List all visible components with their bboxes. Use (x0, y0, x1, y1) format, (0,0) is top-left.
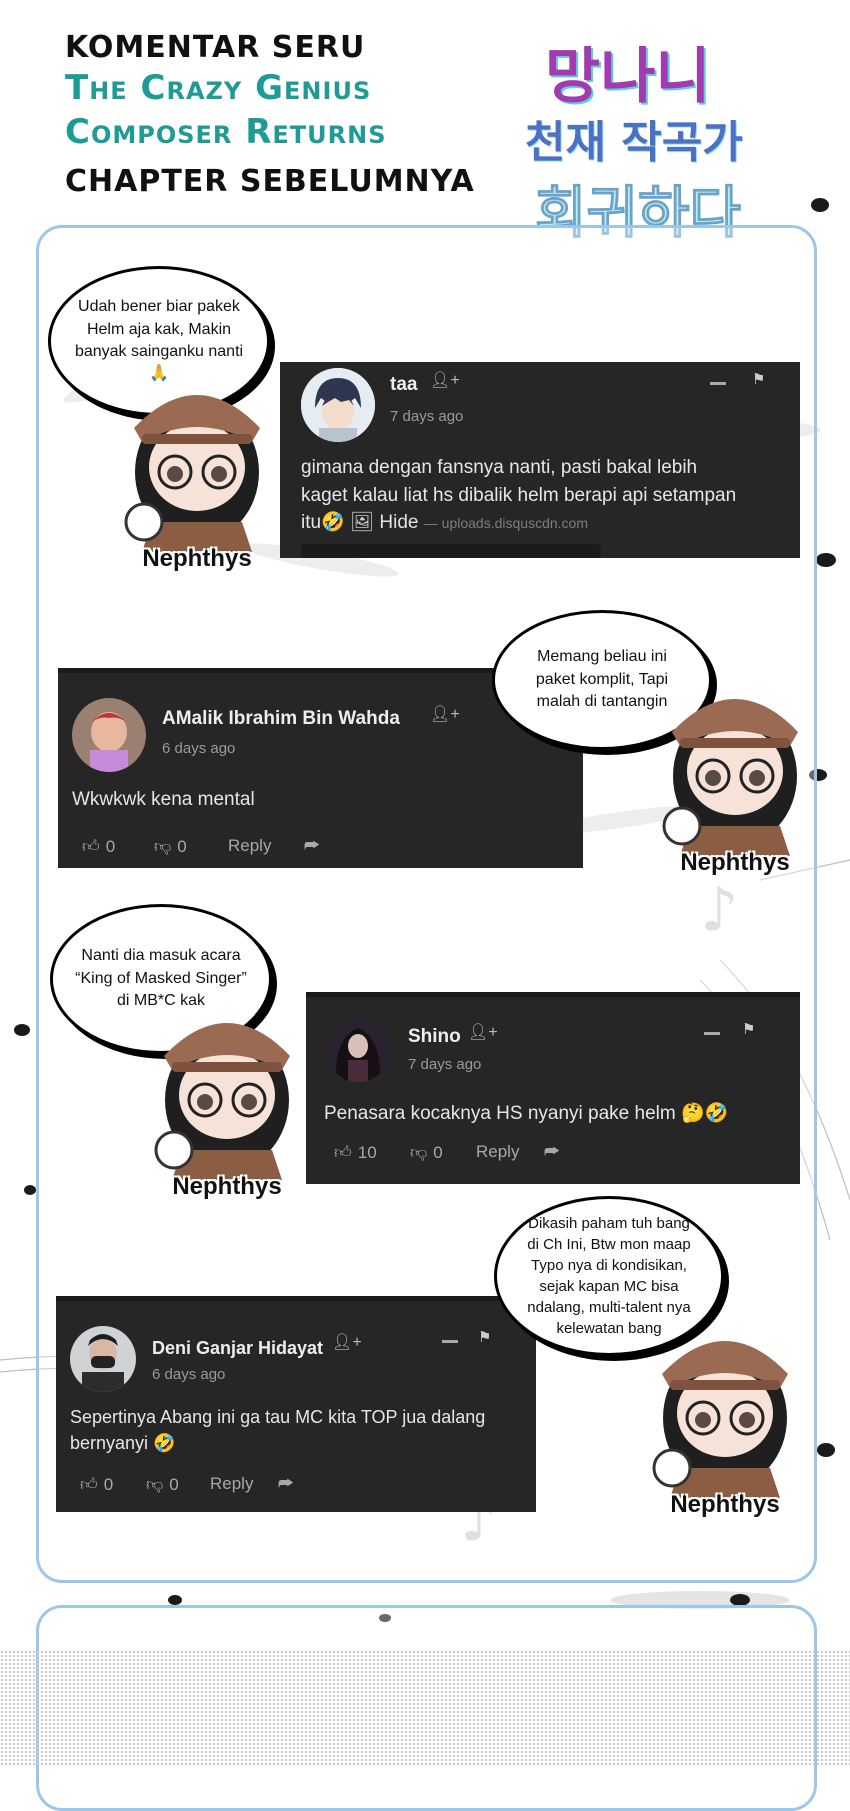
mascot-character: Nephthys (650, 676, 820, 876)
comment-body: Wkwkwk kena mental (72, 789, 255, 810)
reply-button[interactable]: Reply (228, 836, 271, 856)
downvote-button[interactable]: 👎︎ 0 (146, 1474, 179, 1495)
user-avatar[interactable] (72, 698, 146, 772)
comment-card: taa 👤︎+ 7 days ago ⚑ gimana dengan fansn… (280, 362, 800, 558)
card-top-bar (56, 1296, 536, 1301)
header-series-title-2: Composer Returns (65, 112, 387, 152)
comment-username[interactable]: taa (390, 374, 417, 396)
hide-link[interactable]: Hide (379, 512, 418, 533)
series-logo: 망나니 천재 작곡가 회귀하다 (515, 28, 835, 258)
follow-user-icon[interactable]: 👤︎+ (430, 370, 460, 390)
flag-icon[interactable]: ⚑ (742, 1020, 755, 1038)
header-line-komentar: KOMENTAR SERU (65, 30, 366, 65)
upvote-count: 10 (357, 1142, 377, 1162)
image-icon: 🖼︎ (350, 512, 375, 534)
avatar-anime-boy-icon (301, 368, 375, 442)
comment-username[interactable]: Shino (408, 1026, 461, 1048)
user-avatar[interactable] (70, 1326, 136, 1392)
upload-source: — uploads.disquscdn.com (423, 515, 588, 532)
follow-user-icon[interactable]: 👤︎+ (430, 704, 460, 724)
upvote-count: 0 (103, 1474, 114, 1494)
mascot-name: Nephthys (670, 1491, 780, 1518)
comment-username[interactable]: Deni Ganjar Hidayat (152, 1338, 323, 1359)
embedded-image-preview (301, 544, 601, 558)
comment-timestamp[interactable]: 6 days ago (162, 740, 235, 757)
avatar-masked-man-icon (70, 1326, 136, 1392)
thumbs-up-icon: 👍︎ (82, 837, 100, 856)
thumbs-up-icon: 👍︎ (80, 1475, 98, 1494)
thumbs-down-icon: 👎︎ (410, 1143, 428, 1162)
comment-body: Sepertinya Abang ini ga tau MC kita TOP … (70, 1407, 486, 1454)
chibi-girl-icon (652, 1341, 788, 1498)
header-line-chapter: CHAPTER SEBELUMNYA (65, 164, 475, 199)
thumbs-down-icon: 👎︎ (146, 1475, 164, 1494)
mascot-name: Nephthys (142, 545, 252, 572)
chibi-girl-icon (124, 395, 260, 552)
upvote-button[interactable]: 👍︎ 10 (334, 1142, 377, 1163)
chibi-girl-icon (662, 699, 798, 856)
downvote-button[interactable]: 👎︎ 0 (410, 1142, 443, 1163)
logo-line-2: 천재 작곡가 (525, 117, 743, 168)
comment-text: gimana dengan fansnya nanti, pasti bakal… (301, 454, 741, 537)
share-icon[interactable]: ⮫ (304, 836, 320, 856)
thumbs-up-icon: 👍︎ (334, 1143, 352, 1162)
user-avatar[interactable] (301, 368, 375, 442)
reply-button[interactable]: Reply (476, 1142, 519, 1162)
upvote-button[interactable]: 👍︎ 0 (82, 836, 115, 857)
logo-line-1: 망나니 (545, 42, 711, 112)
downvote-count: 0 (177, 836, 187, 856)
avatar-dark-figure-icon (326, 1018, 390, 1082)
thumbs-down-icon: 👎︎ (154, 837, 172, 856)
downvote-count: 0 (433, 1142, 443, 1162)
mascot-name: Nephthys (680, 849, 790, 876)
downvote-count: 0 (169, 1474, 179, 1494)
share-icon[interactable]: ⮫ (278, 1474, 294, 1494)
collapse-icon[interactable] (710, 382, 726, 385)
comment-timestamp[interactable]: 7 days ago (390, 408, 463, 425)
downvote-button[interactable]: 👎︎ 0 (154, 836, 187, 857)
chibi-girl-icon (154, 1023, 290, 1180)
comment-card: Deni Ganjar Hidayat 👤︎+ 6 days ago ⚑ Sep… (56, 1296, 536, 1512)
mascot-character: Nephthys (142, 1000, 312, 1200)
flag-icon[interactable]: ⚑ (752, 370, 765, 388)
mascot-character: Nephthys (112, 372, 282, 572)
card-top-bar (306, 992, 800, 997)
comment-card: Shino 👤︎+ 7 days ago ⚑ Penasara kocaknya… (306, 992, 800, 1184)
follow-user-icon[interactable]: 👤︎+ (332, 1332, 362, 1352)
header-series-title-1: The Crazy Genius (65, 68, 372, 108)
comment-username[interactable]: AMalik Ibrahim Bin Wahda (162, 708, 400, 730)
comment-timestamp[interactable]: 7 days ago (408, 1056, 481, 1073)
upvote-button[interactable]: 👍︎ 0 (80, 1474, 113, 1495)
follow-user-icon[interactable]: 👤︎+ (468, 1022, 498, 1042)
mascot-character: Nephthys (640, 1318, 810, 1518)
share-icon[interactable]: ⮫ (544, 1142, 560, 1162)
collapse-icon[interactable] (704, 1032, 720, 1035)
user-avatar[interactable] (326, 1018, 390, 1082)
flag-icon[interactable]: ⚑ (478, 1328, 491, 1346)
collapse-icon[interactable] (442, 1340, 458, 1343)
dotted-overlay (0, 1650, 850, 1766)
comment-timestamp[interactable]: 6 days ago (152, 1366, 225, 1383)
reply-button[interactable]: Reply (210, 1474, 253, 1494)
upvote-count: 0 (105, 836, 116, 856)
comment-body: Penasara kocaknya HS nyanyi pake helm 🤔🤣 (324, 1103, 729, 1124)
avatar-baby-photo-icon (72, 698, 146, 772)
mascot-name: Nephthys (172, 1173, 282, 1200)
